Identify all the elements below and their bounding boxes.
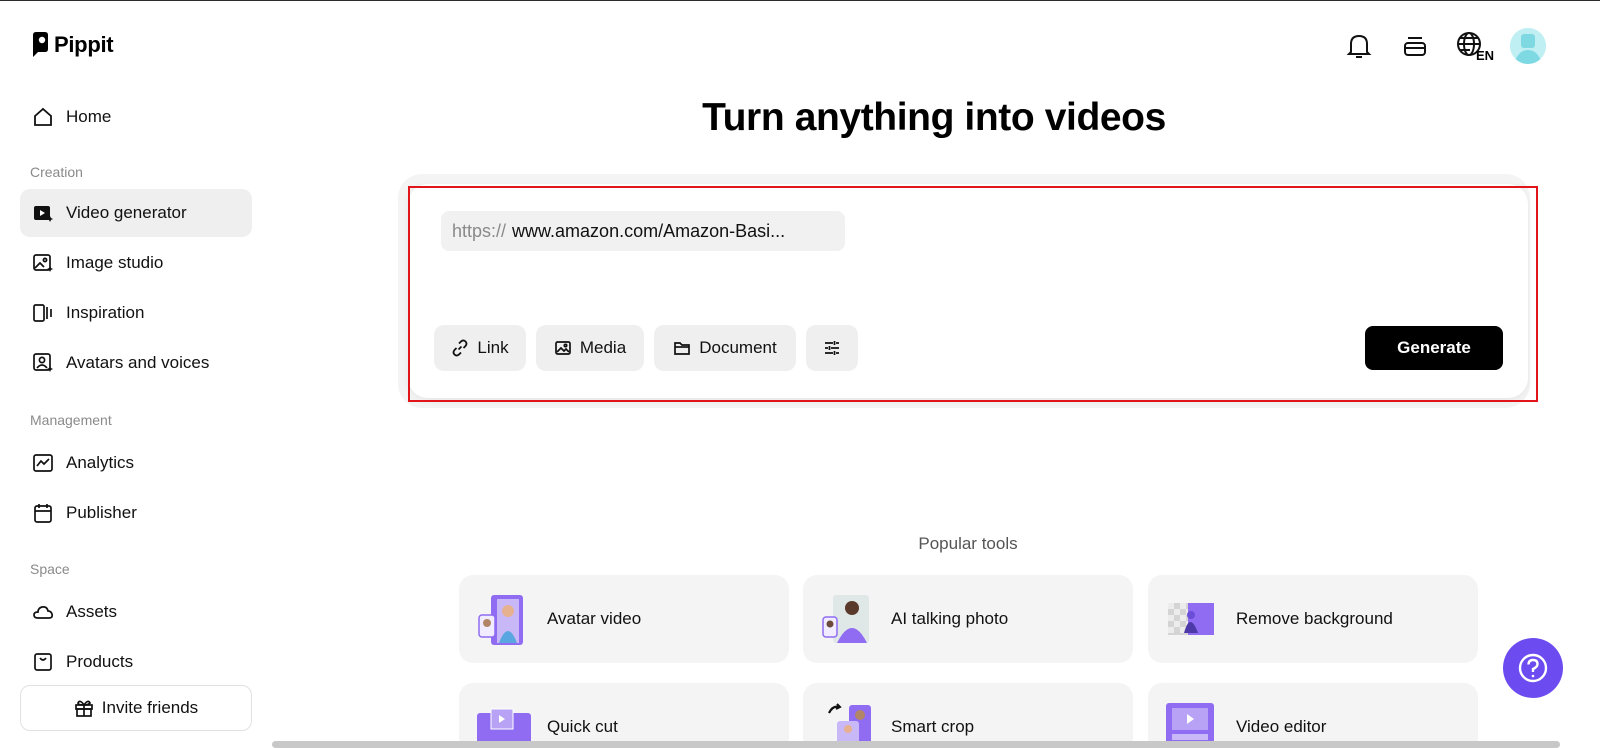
invite-friends-button[interactable]: Invite friends <box>20 685 252 731</box>
link-icon <box>453 339 468 357</box>
analytics-icon <box>33 454 53 472</box>
avatar[interactable] <box>1510 28 1546 64</box>
sidebar-item-image-studio[interactable]: Image studio <box>20 239 252 287</box>
settings-sliders-icon <box>825 341 839 355</box>
horizontal-scrollbar[interactable] <box>272 741 1560 748</box>
sidebar-item-publisher[interactable]: Publisher <box>20 489 252 537</box>
cloud-icon <box>33 605 54 619</box>
section-title-creation: Creation <box>30 164 83 180</box>
url-input[interactable]: https:// www.amazon.com/Amazon-Basi... <box>441 211 845 251</box>
settings-button[interactable] <box>806 325 858 371</box>
section-title-management: Management <box>30 412 112 428</box>
sidebar-item-label: Image studio <box>66 253 164 272</box>
sidebar-item-label: Avatars and voices <box>66 353 210 372</box>
tool-card-video-editor[interactable]: Video editor <box>1148 683 1478 748</box>
tool-card-label: Remove background <box>1236 609 1393 628</box>
url-value: www.amazon.com/Amazon-Basi... <box>512 220 786 241</box>
sidebar: Pippit Home Creation Video generator Ima… <box>0 1 268 748</box>
generate-button[interactable]: Generate <box>1365 326 1503 370</box>
tool-card-label: AI talking photo <box>891 609 1009 628</box>
calendar-icon <box>34 504 52 523</box>
inspiration-icon <box>33 304 52 322</box>
link-label: Link <box>477 338 509 357</box>
link-button[interactable]: Link <box>434 325 526 371</box>
user-avatar-icon <box>1510 28 1546 64</box>
tool-card-label: Avatar video <box>547 609 642 628</box>
folder-icon <box>674 342 691 355</box>
popular-tools-title: Popular tools <box>918 534 1018 553</box>
tool-card-remove-background[interactable]: Remove background <box>1148 575 1478 663</box>
sidebar-item-inspiration[interactable]: Inspiration <box>20 289 252 337</box>
home-icon <box>34 107 52 126</box>
tool-card-ai-talking-photo[interactable]: AI talking photo <box>803 575 1133 663</box>
sidebar-item-label: Video generator <box>66 203 187 222</box>
pippit-logo-icon <box>33 32 48 57</box>
credits-button[interactable] <box>1398 29 1432 63</box>
sidebar-item-avatars-and-voices[interactable]: Avatars and voices <box>20 339 252 387</box>
help-button[interactable] <box>1503 638 1563 698</box>
document-label: Document <box>699 338 777 357</box>
invite-friends-label: Invite friends <box>101 698 199 717</box>
language-button[interactable]: EN <box>1454 29 1494 63</box>
sidebar-item-label: Inspiration <box>66 303 145 322</box>
image-studio-icon <box>33 254 53 272</box>
media-button[interactable]: Media <box>536 325 644 371</box>
url-prefix: https:// <box>452 220 507 241</box>
page-title: Turn anything into videos <box>702 96 1166 139</box>
ai-talking-photo-thumbnail <box>822 595 869 643</box>
product-box-icon <box>34 653 52 671</box>
avatar-video-thumbnail <box>478 595 523 645</box>
document-button[interactable]: Document <box>654 325 796 371</box>
app-name: Pippit <box>54 32 114 57</box>
tool-card-label: Video editor <box>1236 717 1327 736</box>
question-mark-icon <box>1518 653 1548 683</box>
sidebar-item-home[interactable]: Home <box>20 93 252 141</box>
tool-card-label: Quick cut <box>547 717 618 736</box>
sidebar-item-label: Home <box>66 107 112 126</box>
tool-card-quick-cut[interactable]: Quick cut <box>459 683 789 748</box>
tool-card-avatar-video[interactable]: Avatar video <box>459 575 789 663</box>
image-icon <box>554 341 571 355</box>
tool-card-label: Smart crop <box>891 717 975 736</box>
language-code: EN <box>1475 48 1494 63</box>
sidebar-item-assets[interactable]: Assets <box>20 588 252 636</box>
section-title-space: Space <box>30 561 70 577</box>
media-label: Media <box>579 338 627 357</box>
gift-icon <box>74 700 93 717</box>
tool-card-smart-crop[interactable]: Smart crop <box>803 683 1133 748</box>
video-generator-icon <box>34 206 53 222</box>
app-logo[interactable]: Pippit <box>31 32 114 58</box>
notifications-button[interactable] <box>1342 29 1376 63</box>
sidebar-item-label: Publisher <box>66 503 137 522</box>
bell-icon <box>1346 34 1372 58</box>
sidebar-item-products[interactable]: Products <box>20 638 252 686</box>
sidebar-item-analytics[interactable]: Analytics <box>20 439 252 487</box>
sidebar-item-video-generator[interactable]: Video generator <box>20 189 252 237</box>
sidebar-item-label: Assets <box>66 602 118 621</box>
header-actions: EN <box>1342 28 1546 64</box>
sidebar-item-label: Analytics <box>66 453 135 472</box>
remove-background-thumbnail <box>1168 603 1214 635</box>
sidebar-item-label: Products <box>66 652 134 671</box>
avatar-voice-icon <box>33 353 53 372</box>
card-stack-icon <box>1404 37 1426 56</box>
